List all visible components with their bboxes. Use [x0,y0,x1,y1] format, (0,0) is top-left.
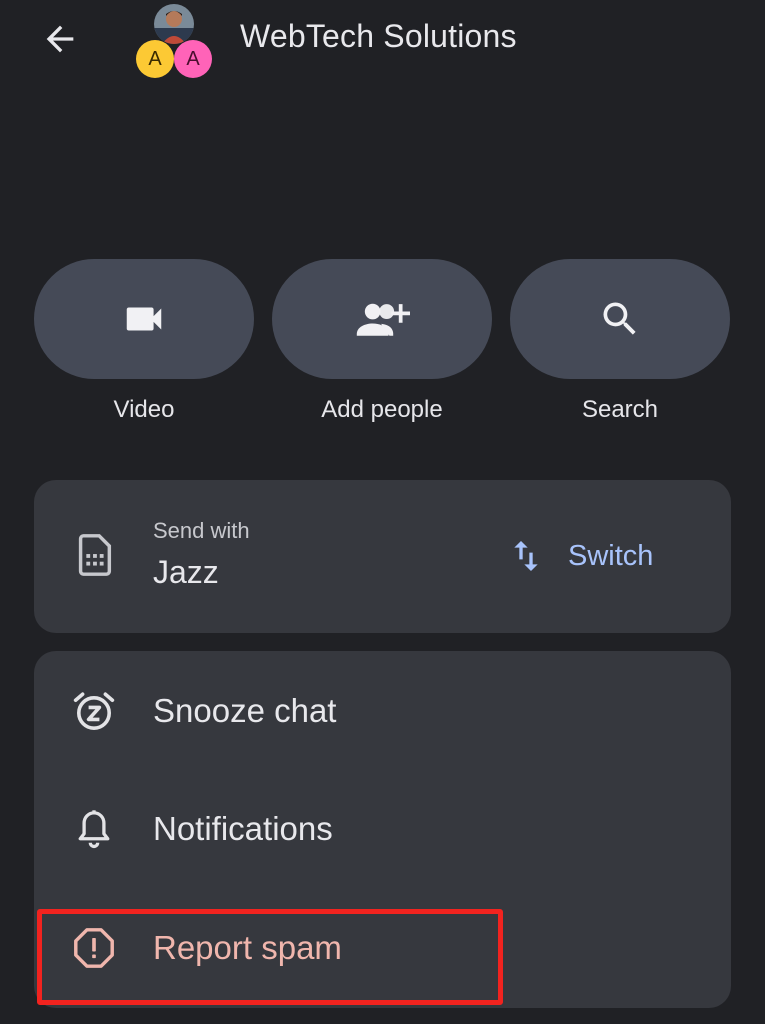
send-with-caption: Send with [153,518,250,543]
user-photo-icon [154,4,194,44]
video-button[interactable] [34,259,254,379]
add-person-icon [356,303,410,336]
menu-item-snooze-chat[interactable]: Snooze chat [34,653,731,769]
page-title: WebTech Solutions [240,18,517,54]
video-camera-icon [126,307,162,331]
menu-item-label: Notifications [153,810,333,847]
switch-label: Switch [568,539,654,572]
send-with-card: Send with Jazz Switch [34,480,731,633]
avatar-photo [154,4,194,44]
avatar-letter: A [136,40,174,78]
sim-card-icon [74,532,114,583]
switch-button[interactable]: Switch [506,526,665,586]
menu-item-label: Snooze chat [153,692,337,729]
arrow-left-icon [46,25,74,53]
search-button[interactable] [510,259,730,379]
search-label: Search [581,396,659,423]
video-label: Video [113,396,175,423]
highlight-annotation [37,909,503,1005]
carrier-name: Jazz [153,554,219,590]
swap-vertical-icon [514,541,538,571]
add-people-button[interactable] [272,259,492,379]
search-icon [603,302,636,335]
avatar-letter: A [174,40,212,78]
add-people-label: Add people [321,396,443,423]
menu-item-notifications[interactable]: Notifications [34,771,731,887]
bell-icon [70,805,118,853]
alarm-snooze-icon [70,687,118,735]
group-avatar[interactable]: A A [132,4,218,80]
back-button[interactable] [28,14,92,64]
